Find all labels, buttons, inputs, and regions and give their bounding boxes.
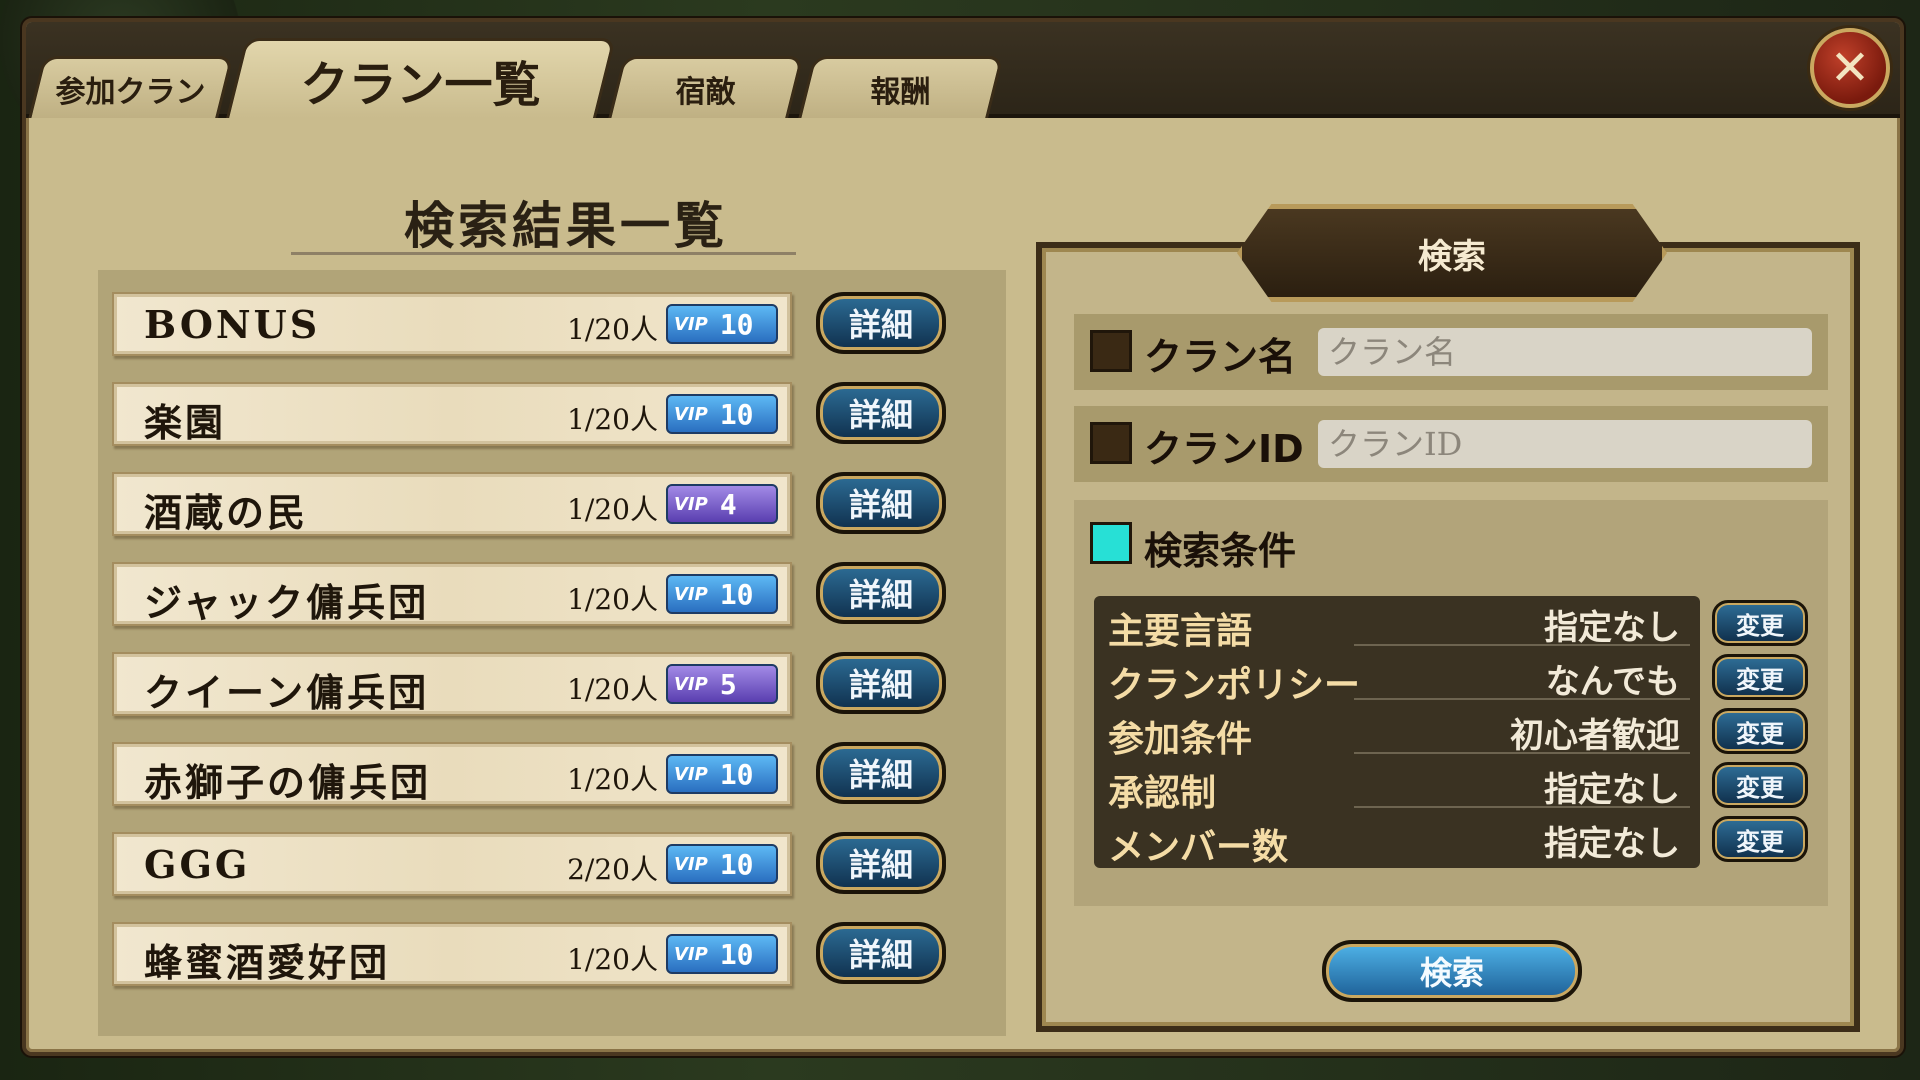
search-submit-button[interactable]: 検索 [1322,940,1582,1002]
condition-key: クランポリシー [1108,665,1361,706]
tab-bar: 参加クラン クラン一覧 宿敵 報酬 ✕ [26,22,1900,118]
detail-button[interactable]: 詳細 [816,742,946,804]
tab-clan-list[interactable]: クラン一覧 [226,38,616,118]
close-button[interactable]: ✕ [1810,28,1890,108]
conditions-checkbox[interactable] [1090,522,1132,564]
change-button-language[interactable]: 変更 [1712,600,1808,646]
clan-row[interactable]: ジャック傭兵団 1/20人 VIP 10 [112,562,792,626]
condition-value: 指定なし [1544,824,1680,864]
tab-reward-label: 報酬 [870,74,931,110]
member-count: 1/20人 [567,313,658,346]
change-button-join-condition[interactable]: 変更 [1712,708,1808,754]
detail-button[interactable]: 詳細 [816,382,946,444]
change-button-member-count[interactable]: 変更 [1712,816,1808,862]
clan-name: 楽園 [144,400,227,445]
search-panel-title: 検索 [1237,204,1667,302]
clan-row[interactable]: GGG 2/20人 VIP 10 [112,832,792,896]
clan-name-filter: クラン名 [1074,314,1828,390]
clan-row[interactable]: 楽園 1/20人 VIP 10 [112,382,792,446]
vip-badge: VIP 5 [666,664,778,704]
vip-badge: VIP 4 [666,484,778,524]
search-results-heading: 検索結果一覧 [404,197,728,255]
clan-name-checkbox[interactable] [1090,330,1132,372]
condition-value: 指定なし [1544,608,1680,648]
member-count: 2/20人 [567,853,658,886]
clan-row[interactable]: 酒蔵の民 1/20人 VIP 4 [112,472,792,536]
clan-name-label: クラン名 [1144,335,1297,379]
member-count: 1/20人 [567,943,658,976]
condition-value: なんでも [1545,662,1680,702]
condition-row: 主要言語 指定なし [1094,596,1700,652]
clan-row[interactable]: クイーン傭兵団 1/20人 VIP 5 [112,652,792,716]
change-button-approval[interactable]: 変更 [1712,762,1808,808]
clan-row[interactable]: BONUS 1/20人 VIP 10 [112,292,792,356]
clan-window: 参加クラン クラン一覧 宿敵 報酬 ✕ 検索結果一覧 BONUS 1/20人 V… [22,18,1904,1056]
search-panel: 検索 クラン名 クランID 検索条件 主要言語 指定なし クランポリシー [1036,204,1860,1032]
detail-button[interactable]: 詳細 [816,292,946,354]
clan-results-list: BONUS 1/20人 VIP 10 詳細 楽園 1/20人 VIP 10 詳細 酒… [98,270,1052,1036]
vip-badge: VIP 10 [666,934,778,974]
clan-name-input[interactable] [1318,328,1812,376]
condition-row: 参加条件 初心者歓迎 [1094,704,1700,760]
member-count: 1/20人 [567,493,658,526]
conditions-label: 検索条件 [1144,529,1297,573]
condition-value: 初心者歓迎 [1510,716,1680,756]
clan-id-label: クランID [1144,427,1304,471]
detail-button[interactable]: 詳細 [816,652,946,714]
clan-name: GGG [144,842,251,887]
clan-row[interactable]: 赤獅子の傭兵団 1/20人 VIP 10 [112,742,792,806]
detail-button[interactable]: 詳細 [816,922,946,984]
clan-row[interactable]: 蜂蜜酒愛好団 1/20人 VIP 10 [112,922,792,986]
tab-clan-list-label: クラン一覧 [300,56,541,113]
condition-row: クランポリシー なんでも [1094,650,1700,706]
clan-name: 赤獅子の傭兵団 [144,760,432,805]
clan-name: BONUS [144,302,321,347]
vip-badge: VIP 10 [666,754,778,794]
conditions-table: 主要言語 指定なし クランポリシー なんでも 参加条件 初心者歓迎 承認制 指定… [1094,596,1700,868]
vip-badge: VIP 10 [666,574,778,614]
detail-button[interactable]: 詳細 [816,562,946,624]
condition-divider [1354,806,1690,808]
condition-divider [1354,698,1690,700]
close-icon: ✕ [1829,40,1871,96]
tab-reward[interactable]: 報酬 [798,56,1004,118]
condition-divider [1354,752,1690,754]
condition-row: 承認制 指定なし [1094,758,1700,814]
member-count: 1/20人 [567,403,658,436]
clan-id-filter: クランID [1074,406,1828,482]
change-button-policy[interactable]: 変更 [1712,654,1808,700]
member-count: 1/20人 [567,583,658,616]
condition-key: 承認制 [1108,773,1217,814]
clan-name: ジャック傭兵団 [144,580,430,625]
detail-button[interactable]: 詳細 [816,832,946,894]
tab-joined-clan[interactable]: 参加クラン [28,56,234,118]
clan-name: クイーン傭兵団 [144,670,430,715]
member-count: 1/20人 [567,673,658,706]
condition-value: 指定なし [1544,770,1680,810]
condition-key: 参加条件 [1108,719,1253,760]
vip-badge: VIP 10 [666,844,778,884]
tab-joined-clan-label: 参加クラン [55,74,206,110]
detail-button[interactable]: 詳細 [816,472,946,534]
heading-divider [291,252,796,255]
member-count: 1/20人 [567,763,658,796]
condition-key: メンバー数 [1108,827,1289,868]
condition-row: メンバー数 指定なし [1094,812,1700,868]
vip-badge: VIP 10 [666,304,778,344]
tab-rival[interactable]: 宿敵 [608,56,804,118]
search-conditions: 検索条件 主要言語 指定なし クランポリシー なんでも 参加条件 初心者歓迎 承… [1074,500,1828,906]
condition-key: 主要言語 [1108,611,1253,652]
clan-name: 酒蔵の民 [144,490,309,535]
tab-rival-label: 宿敵 [675,74,736,110]
clan-id-input[interactable] [1318,420,1812,468]
condition-divider [1354,644,1690,646]
vip-badge: VIP 10 [666,394,778,434]
clan-name: 蜂蜜酒愛好団 [144,940,391,985]
clan-id-checkbox[interactable] [1090,422,1132,464]
